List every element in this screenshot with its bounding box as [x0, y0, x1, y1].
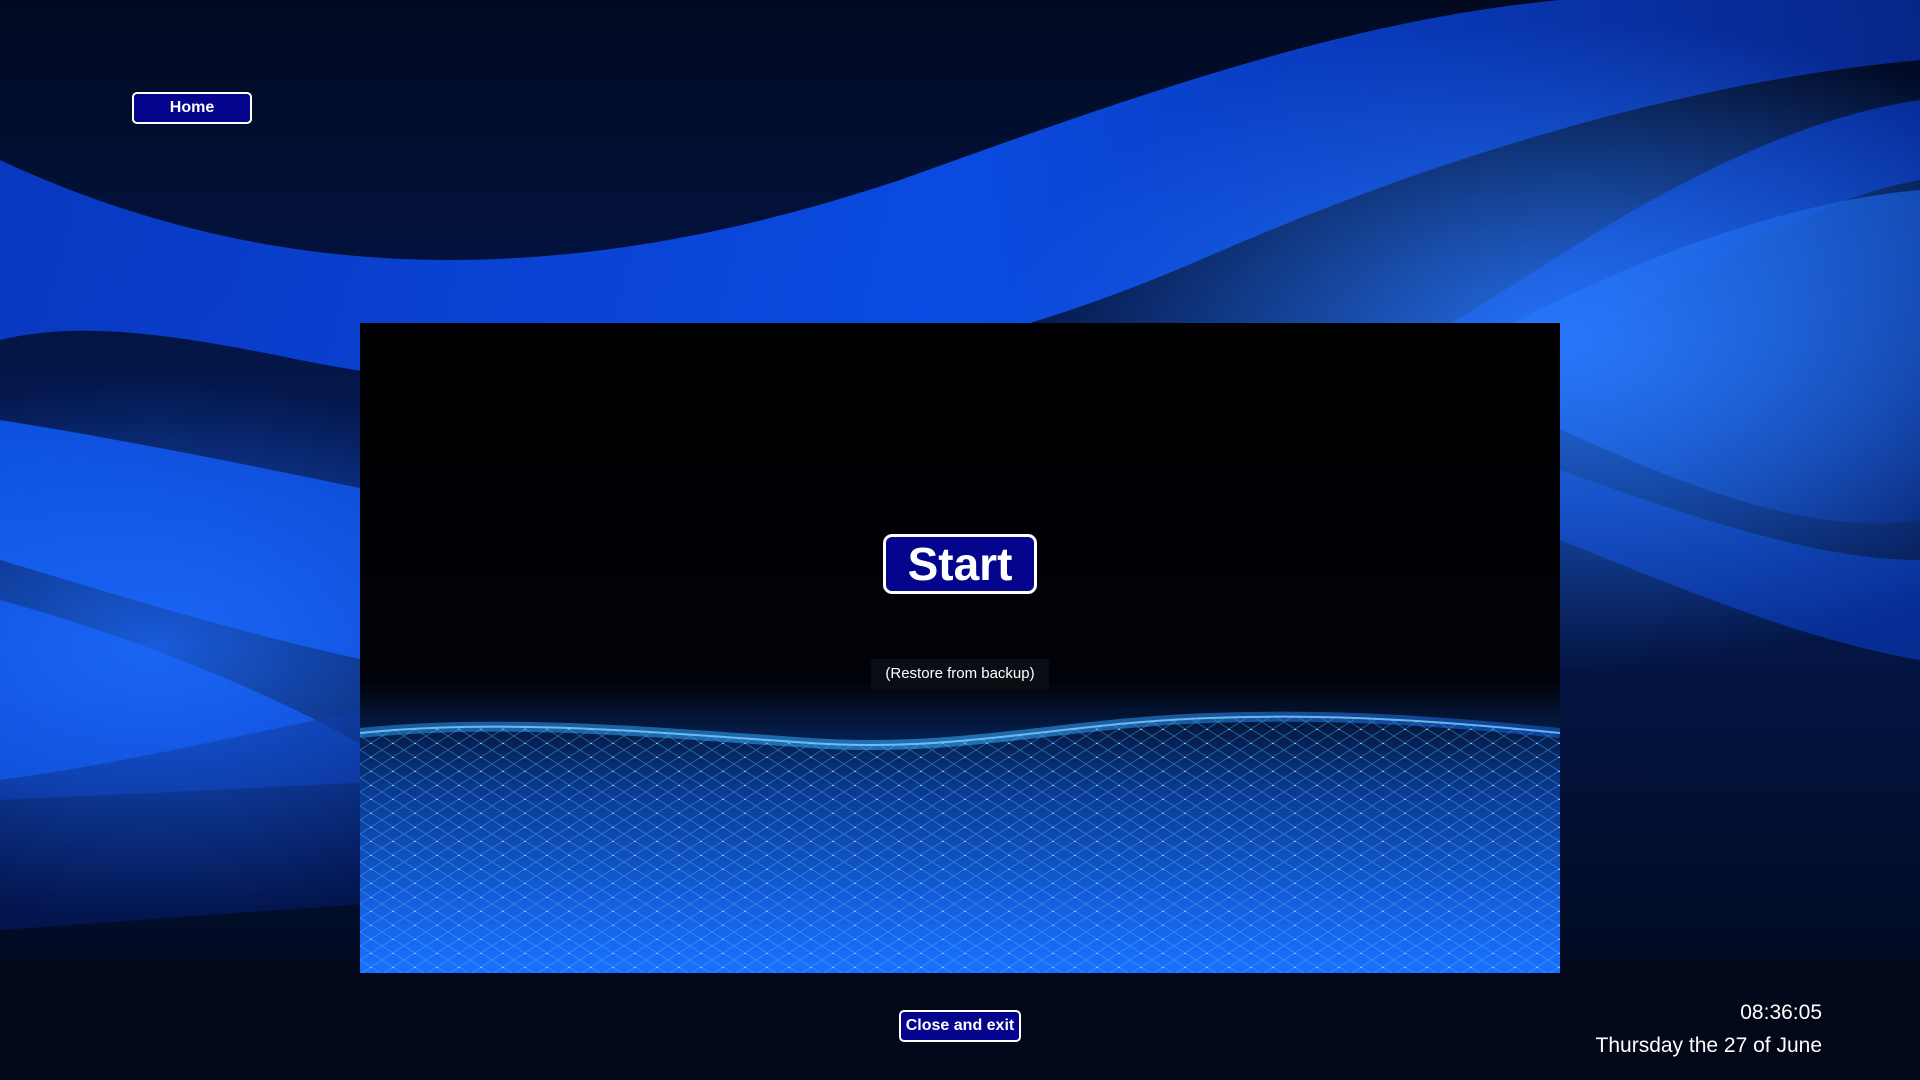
- start-button[interactable]: Start: [883, 534, 1037, 594]
- clock: 08:36:05 Thursday the 27 of June: [1596, 1000, 1822, 1059]
- clock-date: Thursday the 27 of June: [1595, 1034, 1822, 1057]
- main-panel: Start (Restore from backup): [360, 323, 1560, 973]
- desktop: Home Start (Restore from backup) Close a…: [0, 0, 1920, 1080]
- close-and-exit-button[interactable]: Close and exit: [899, 1010, 1021, 1042]
- home-button[interactable]: Home: [132, 92, 252, 124]
- clock-time: 08:36:05: [1740, 1001, 1822, 1024]
- particle-mesh-graphic: [360, 323, 1560, 973]
- restore-from-backup-link[interactable]: (Restore from backup): [871, 659, 1049, 689]
